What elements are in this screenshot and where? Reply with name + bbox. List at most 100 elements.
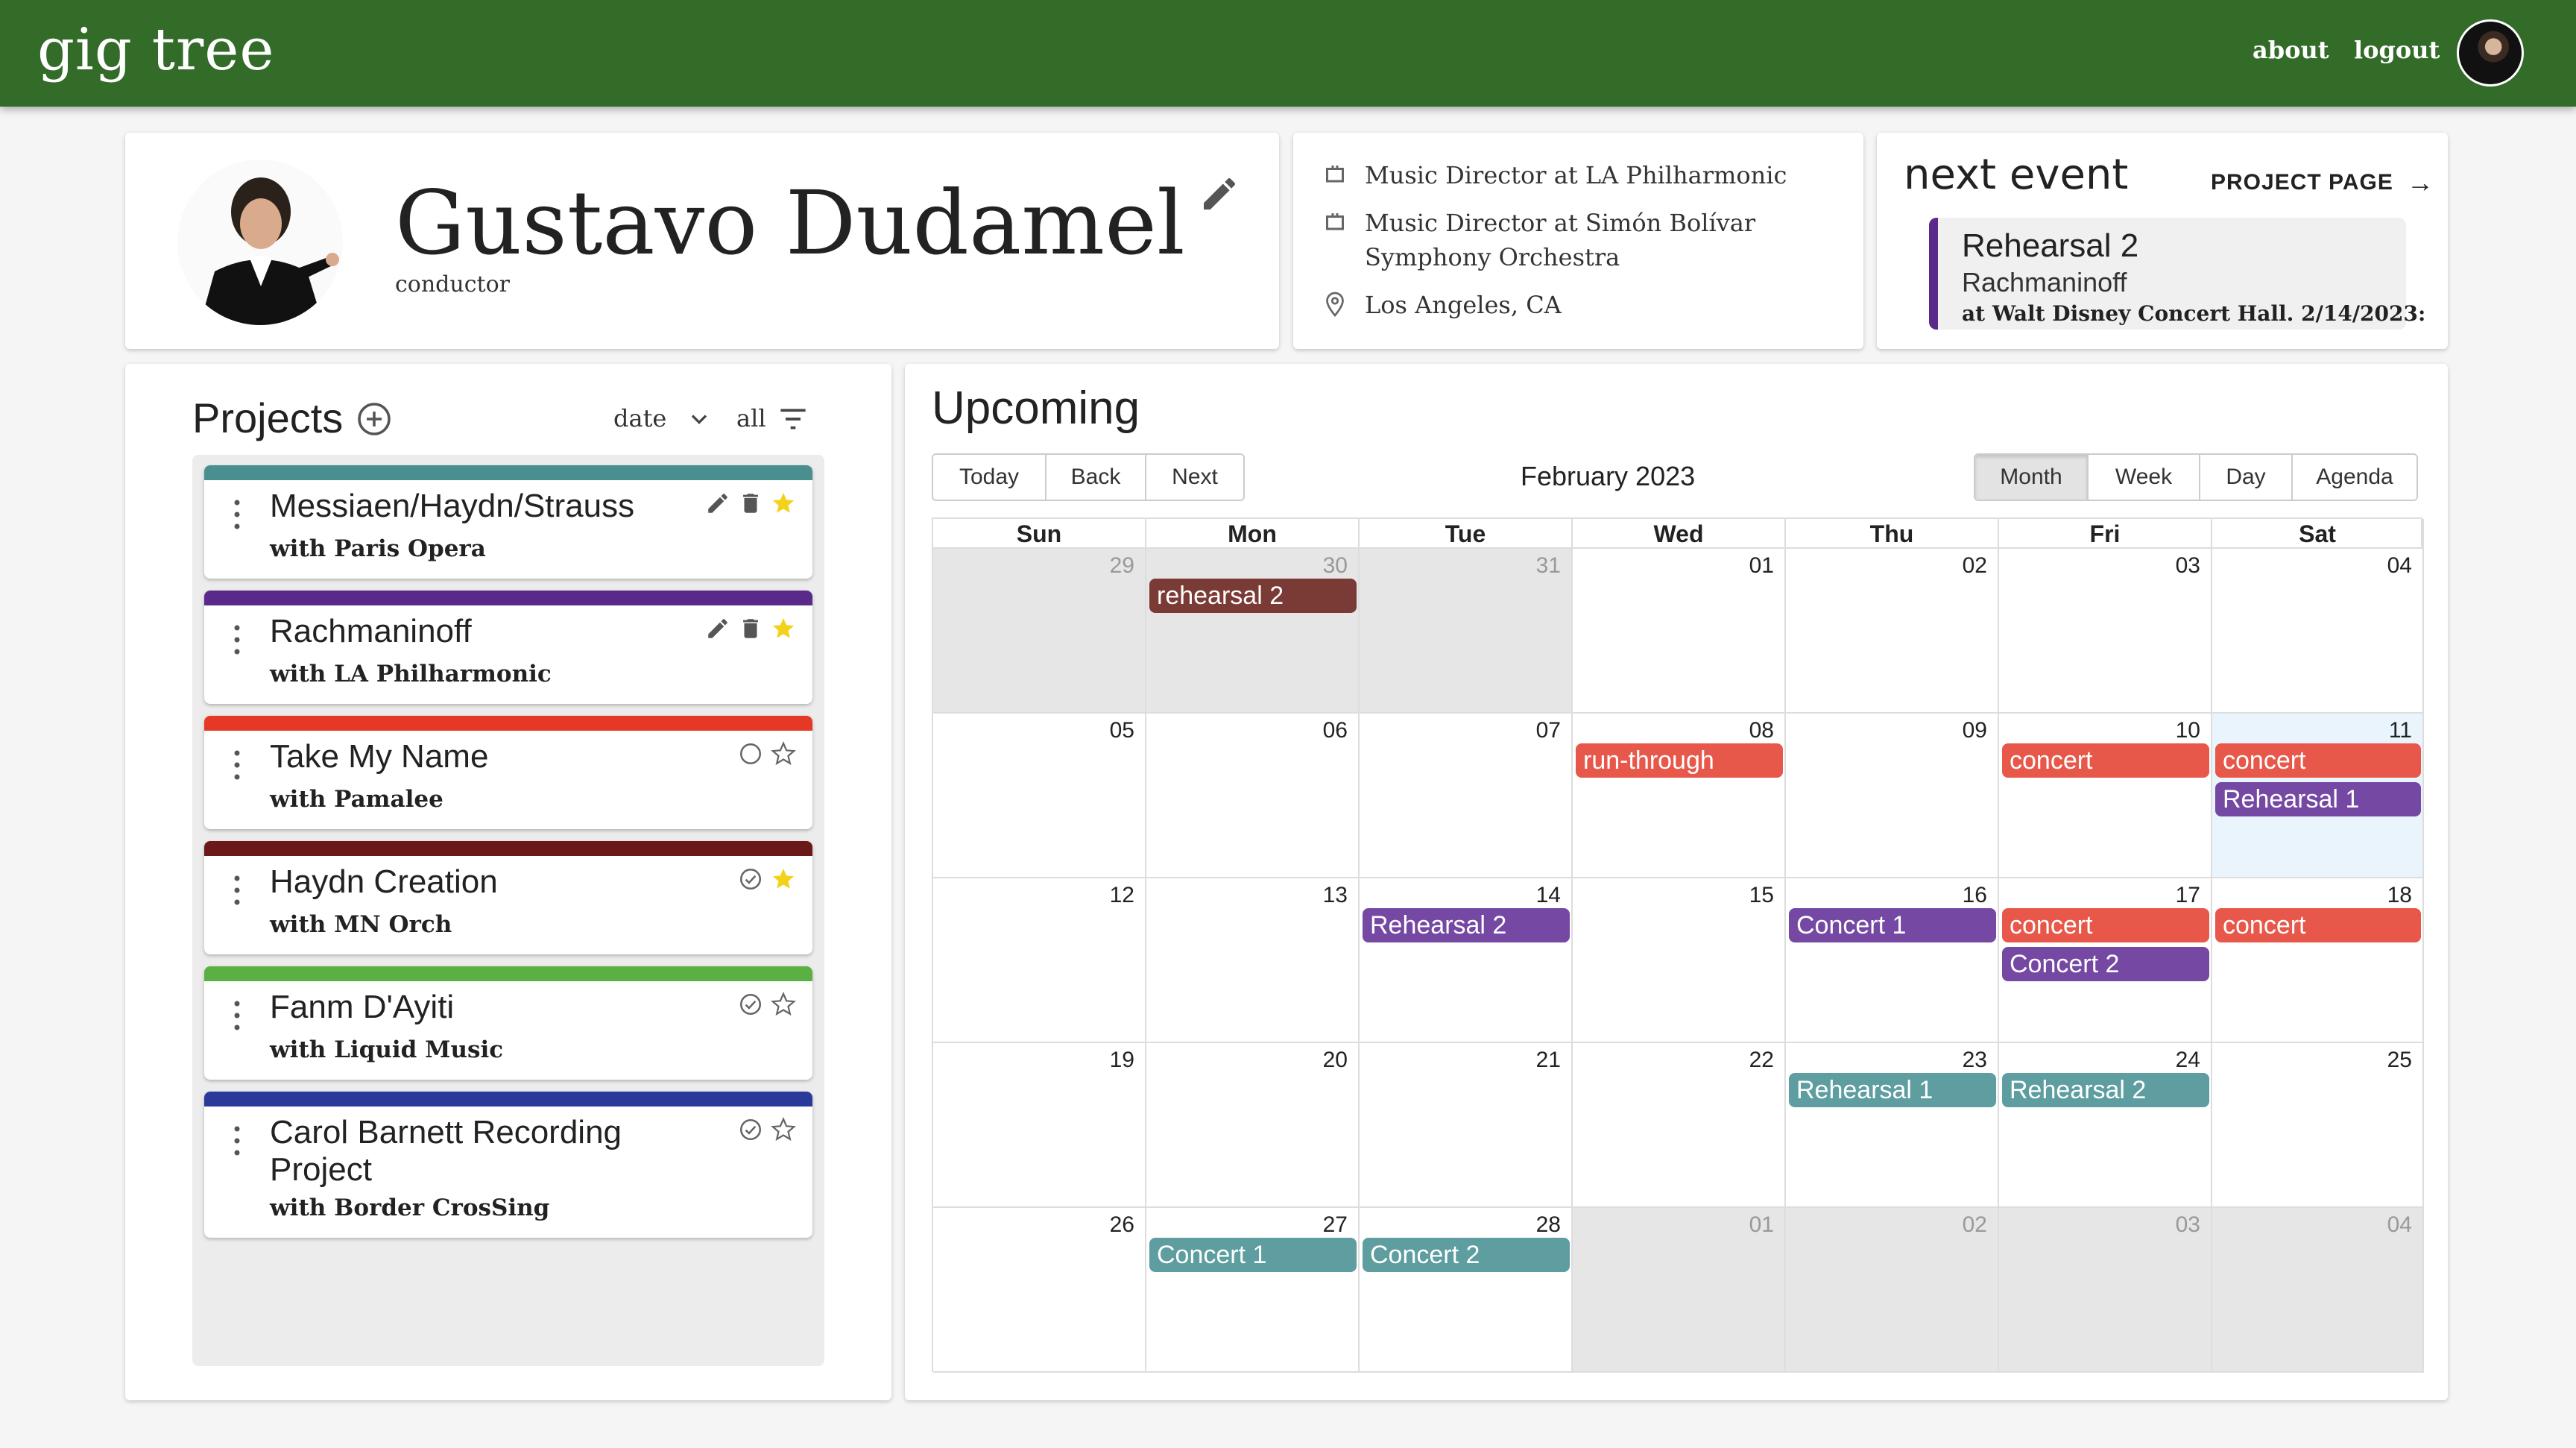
day-cell[interactable]: 30 xyxy=(1146,549,1360,714)
project-card[interactable]: Rachmaninoff with LA Philharmonic xyxy=(204,591,812,704)
day-number[interactable]: 11 xyxy=(2389,718,2412,743)
day-number[interactable]: 04 xyxy=(2387,553,2412,579)
day-number[interactable]: 30 xyxy=(1323,553,1348,579)
day-number[interactable]: 23 xyxy=(1963,1048,1987,1073)
day-number[interactable]: 20 xyxy=(1323,1048,1348,1073)
day-number[interactable]: 29 xyxy=(1110,553,1134,579)
day-cell[interactable]: 24 xyxy=(1999,1043,2212,1208)
project-name[interactable]: Rachmaninoff xyxy=(270,613,717,650)
nav-about-link[interactable]: about xyxy=(2253,36,2329,64)
project-name[interactable]: Haydn Creation xyxy=(270,863,717,901)
day-number[interactable]: 16 xyxy=(1963,883,1987,908)
day-cell[interactable]: 29 xyxy=(933,549,1146,714)
day-number[interactable]: 09 xyxy=(1963,718,1987,743)
brand-logo[interactable]: gig tree xyxy=(37,16,275,84)
day-number[interactable]: 01 xyxy=(1749,1212,1774,1238)
day-cell[interactable]: 15 xyxy=(1573,878,1786,1043)
next-button[interactable]: Next xyxy=(1146,455,1243,500)
day-number[interactable]: 07 xyxy=(1536,718,1561,743)
day-cell[interactable]: 07 xyxy=(1360,714,1573,878)
day-cell[interactable]: 19 xyxy=(933,1043,1146,1208)
more-vert-icon[interactable] xyxy=(233,749,242,781)
day-number[interactable]: 05 xyxy=(1110,718,1134,743)
more-vert-icon[interactable] xyxy=(233,1124,242,1157)
project-name[interactable]: Carol Barnett Recording Project xyxy=(270,1114,717,1189)
today-button[interactable]: Today xyxy=(933,455,1046,500)
view-day-button[interactable]: Day xyxy=(2200,455,2293,500)
day-cell[interactable]: 02 xyxy=(1786,549,1999,714)
project-card[interactable]: Carol Barnett Recording Project with Bord… xyxy=(204,1092,812,1238)
day-cell[interactable]: 13 xyxy=(1146,878,1360,1043)
day-number[interactable]: 14 xyxy=(1536,883,1561,908)
star-outline-icon[interactable] xyxy=(771,992,796,1017)
day-number[interactable]: 22 xyxy=(1749,1048,1774,1073)
day-cell[interactable]: 14 xyxy=(1360,878,1573,1043)
day-cell[interactable]: 31 xyxy=(1360,549,1573,714)
day-number[interactable]: 01 xyxy=(1749,553,1774,579)
next-event-summary[interactable]: Rehearsal 2 Rachmaninoff at Walt Disney … xyxy=(1929,218,2425,330)
project-card[interactable]: Haydn Creation with MN Orch xyxy=(204,841,812,954)
add-circle-icon[interactable] xyxy=(356,401,392,437)
day-number[interactable]: 03 xyxy=(2176,553,2200,579)
day-cell[interactable]: 27 xyxy=(1146,1208,1360,1373)
project-name[interactable]: Take My Name xyxy=(270,738,717,775)
day-number[interactable]: 27 xyxy=(1323,1212,1348,1238)
day-number[interactable]: 06 xyxy=(1323,718,1348,743)
star-filled-icon[interactable] xyxy=(771,866,796,892)
day-number[interactable]: 10 xyxy=(2176,718,2200,743)
day-cell[interactable]: 01 xyxy=(1573,549,1786,714)
calendar-event[interactable]: Rehearsal 2 xyxy=(2002,1073,2209,1107)
day-number[interactable]: 15 xyxy=(1749,883,1774,908)
pencil-icon[interactable] xyxy=(1199,173,1240,215)
day-cell[interactable]: 02 xyxy=(1786,1208,1999,1373)
filter-icon[interactable] xyxy=(778,406,808,432)
calendar-event[interactable]: concert xyxy=(2002,908,2209,942)
day-cell[interactable]: 12 xyxy=(933,878,1146,1043)
day-number[interactable]: 12 xyxy=(1110,883,1134,908)
day-cell[interactable]: 10 xyxy=(1999,714,2212,878)
circle-icon[interactable] xyxy=(738,741,763,767)
day-cell[interactable]: 26 xyxy=(933,1208,1146,1373)
day-number[interactable]: 08 xyxy=(1749,718,1774,743)
calendar-event[interactable]: Concert 2 xyxy=(1363,1238,1570,1272)
star-filled-icon[interactable] xyxy=(771,616,796,641)
day-cell[interactable]: 08 xyxy=(1573,714,1786,878)
day-cell[interactable]: 05 xyxy=(933,714,1146,878)
day-cell[interactable]: 28 xyxy=(1360,1208,1573,1373)
day-number[interactable]: 02 xyxy=(1963,553,1987,579)
day-number[interactable]: 25 xyxy=(2387,1048,2412,1073)
check-circle-icon[interactable] xyxy=(738,1117,763,1142)
day-cell[interactable]: 16 xyxy=(1786,878,1999,1043)
nav-logout-link[interactable]: logout xyxy=(2354,36,2440,64)
calendar-event[interactable]: Concert 1 xyxy=(1789,908,1996,942)
day-cell[interactable]: 21 xyxy=(1360,1043,1573,1208)
star-outline-icon[interactable] xyxy=(771,1117,796,1142)
calendar-event[interactable]: Concert 1 xyxy=(1149,1238,1357,1272)
calendar-event[interactable]: concert xyxy=(2002,743,2209,778)
day-cell[interactable]: 04 xyxy=(2212,549,2424,714)
day-cell[interactable]: 06 xyxy=(1146,714,1360,878)
day-cell[interactable]: 25 xyxy=(2212,1043,2424,1208)
day-cell[interactable]: 23 xyxy=(1786,1043,1999,1208)
back-button[interactable]: Back xyxy=(1046,455,1146,500)
user-avatar[interactable] xyxy=(2457,19,2524,86)
day-cell[interactable]: 09 xyxy=(1786,714,1999,878)
day-cell[interactable]: 18 xyxy=(2212,878,2424,1043)
chevron-down-icon[interactable] xyxy=(686,406,713,432)
day-number[interactable]: 21 xyxy=(1536,1048,1561,1073)
project-card[interactable]: Take My Name with Pamalee xyxy=(204,716,812,829)
day-number[interactable]: 31 xyxy=(1536,553,1561,579)
day-number[interactable]: 28 xyxy=(1536,1212,1561,1238)
trash-icon[interactable] xyxy=(738,491,763,516)
day-number[interactable]: 24 xyxy=(2176,1048,2200,1073)
more-vert-icon[interactable] xyxy=(233,623,242,656)
day-number[interactable]: 04 xyxy=(2387,1212,2412,1238)
view-month-button[interactable]: Month xyxy=(1975,455,2089,500)
day-cell[interactable]: 01 xyxy=(1573,1208,1786,1373)
day-number[interactable]: 18 xyxy=(2387,883,2412,908)
day-number[interactable]: 13 xyxy=(1323,883,1348,908)
more-vert-icon[interactable] xyxy=(233,498,242,531)
day-cell[interactable]: 04 xyxy=(2212,1208,2424,1373)
star-filled-icon[interactable] xyxy=(771,491,796,516)
calendar-event[interactable]: concert xyxy=(2215,743,2421,778)
